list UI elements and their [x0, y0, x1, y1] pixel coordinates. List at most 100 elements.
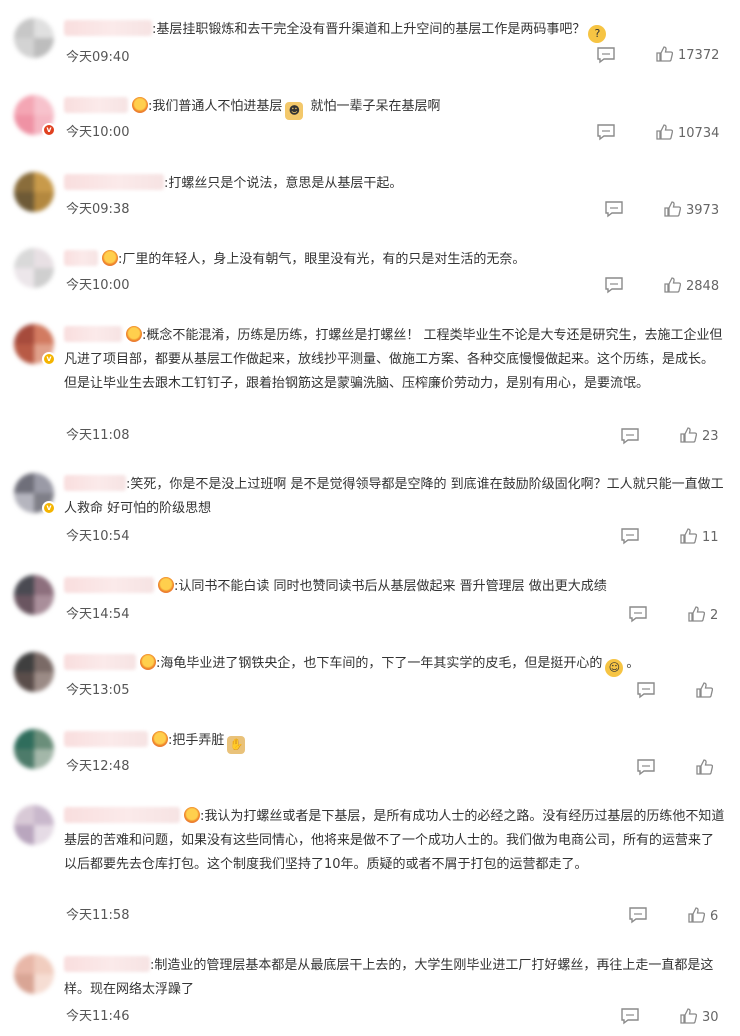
like-button[interactable]: 11 [680, 528, 719, 546]
reply-icon[interactable] [636, 758, 656, 776]
reply-icon[interactable] [628, 605, 648, 623]
like-count: 3973 [686, 203, 720, 218]
username-blurred[interactable] [64, 956, 150, 972]
avatar-pixel [14, 172, 34, 192]
like-count: 2848 [686, 279, 720, 294]
avatar-pixel [34, 38, 54, 58]
comment-time: 今天11:58 [66, 908, 130, 923]
avatar-pixel [14, 652, 34, 672]
like-button[interactable] [696, 759, 714, 777]
avatar[interactable] [14, 172, 54, 212]
username-blurred[interactable] [64, 326, 122, 342]
avatar-pixel [14, 974, 34, 994]
avatar-pixel [34, 192, 54, 212]
username-blurred[interactable] [64, 20, 152, 36]
thumbs-up-icon [664, 277, 682, 293]
like-button[interactable]: 23 [680, 427, 719, 445]
avatar[interactable] [14, 248, 54, 288]
username-blurred[interactable] [64, 97, 128, 113]
avatar-pixel [34, 595, 54, 615]
reply-icon[interactable] [596, 123, 616, 141]
username-blurred[interactable] [64, 807, 180, 823]
avatar-pixel [34, 825, 54, 845]
reply-icon[interactable] [620, 527, 640, 545]
username-blurred[interactable] [64, 731, 148, 747]
avatar-pixel [14, 954, 34, 974]
avatar-pixel [34, 749, 54, 769]
like-button[interactable]: 6 [688, 907, 718, 925]
reply-icon[interactable] [628, 906, 648, 924]
reply-icon[interactable] [620, 1007, 640, 1025]
avatar[interactable] [14, 575, 54, 615]
thumbs-up-icon [688, 606, 706, 622]
fan-medal-icon [132, 97, 148, 113]
avatar-pixel [14, 268, 34, 288]
like-button[interactable]: 2848 [664, 277, 719, 295]
comment-time: 今天10:54 [66, 529, 130, 544]
avatar-pixel [14, 575, 34, 595]
thumbs-up-icon [688, 907, 706, 923]
avatar-pixel [14, 18, 34, 38]
comment-text: :厂里的年轻人，身上没有朝气，眼里没有光，有的只是对生活的无奈。 [118, 252, 526, 267]
avatar[interactable] [14, 805, 54, 845]
avatar-pixel [14, 805, 34, 825]
avatar[interactable]: v [14, 95, 56, 137]
avatar-pixel [14, 493, 34, 513]
avatar-pixel [34, 729, 54, 749]
reply-icon[interactable] [636, 681, 656, 699]
avatar-pixel [14, 95, 34, 115]
reply-icon[interactable] [596, 46, 616, 64]
avatar-pixel [14, 672, 34, 692]
comment-time: 今天10:00 [66, 125, 130, 140]
username-blurred[interactable] [64, 250, 98, 266]
comment-text: :基层挂职锻炼和去干完全没有晋升渠道和上升空间的基层工作是两码事吧？ [152, 22, 586, 37]
reply-icon[interactable] [604, 200, 624, 218]
avatar-pixel [14, 192, 34, 212]
thumbs-up-icon [696, 682, 714, 698]
avatar-pixel [14, 595, 34, 615]
avatar[interactable]: v [14, 324, 56, 366]
username-blurred[interactable] [64, 475, 126, 491]
like-count: 6 [710, 909, 719, 924]
avatar[interactable] [14, 729, 54, 769]
like-button[interactable]: 2 [688, 606, 718, 624]
comment-time: 今天11:46 [66, 1009, 130, 1024]
like-button[interactable]: 3973 [664, 201, 719, 219]
comment-text-continued: 就怕一辈子呆在基层啊 [306, 99, 441, 114]
avatar-pixel [14, 324, 34, 344]
reply-icon[interactable] [620, 427, 640, 445]
hands-icon: ✋ [227, 736, 246, 754]
fan-medal-icon [158, 577, 174, 593]
fan-medal-icon [184, 807, 200, 823]
like-count: 10734 [678, 126, 720, 141]
fan-medal-icon [152, 731, 168, 747]
like-button[interactable] [696, 682, 714, 700]
thumbs-up-icon [696, 759, 714, 775]
comment-time: 今天10:00 [66, 278, 130, 293]
avatar[interactable] [14, 954, 54, 994]
comment-text: :制造业的管理层基本都是从最底层干上去的，大学生刚毕业进工厂打好螺丝，再往上走一… [64, 958, 714, 997]
thinking-face-icon: ? [588, 25, 607, 43]
avatar[interactable] [14, 652, 54, 692]
avatar-pixel [34, 805, 54, 825]
comment-text: :打螺丝只是个说法，意思是从基层干起。 [164, 176, 403, 191]
reply-icon[interactable] [604, 276, 624, 294]
avatar[interactable]: v [14, 473, 56, 515]
username-blurred[interactable] [64, 577, 154, 593]
like-button[interactable]: 17372 [656, 46, 719, 64]
like-button[interactable]: 30 [680, 1008, 719, 1026]
comment-time: 今天12:48 [66, 759, 130, 774]
avatar-pixel [34, 473, 54, 493]
avatar-pixel [34, 954, 54, 974]
like-button[interactable]: 10734 [656, 124, 719, 142]
fan-medal-icon [140, 654, 156, 670]
thumbs-up-icon [656, 46, 674, 62]
username-blurred[interactable] [64, 174, 164, 190]
comment-text: :认同书不能白读 同时也赞同读书后从基层做起来 晋升管理层 做出更大成绩 [174, 579, 607, 594]
comment-time: 今天09:38 [66, 202, 130, 217]
avatar-pixel [34, 974, 54, 994]
username-blurred[interactable] [64, 654, 136, 670]
avatar-pixel [34, 672, 54, 692]
thumbs-up-icon [680, 528, 698, 544]
avatar[interactable] [14, 18, 54, 58]
